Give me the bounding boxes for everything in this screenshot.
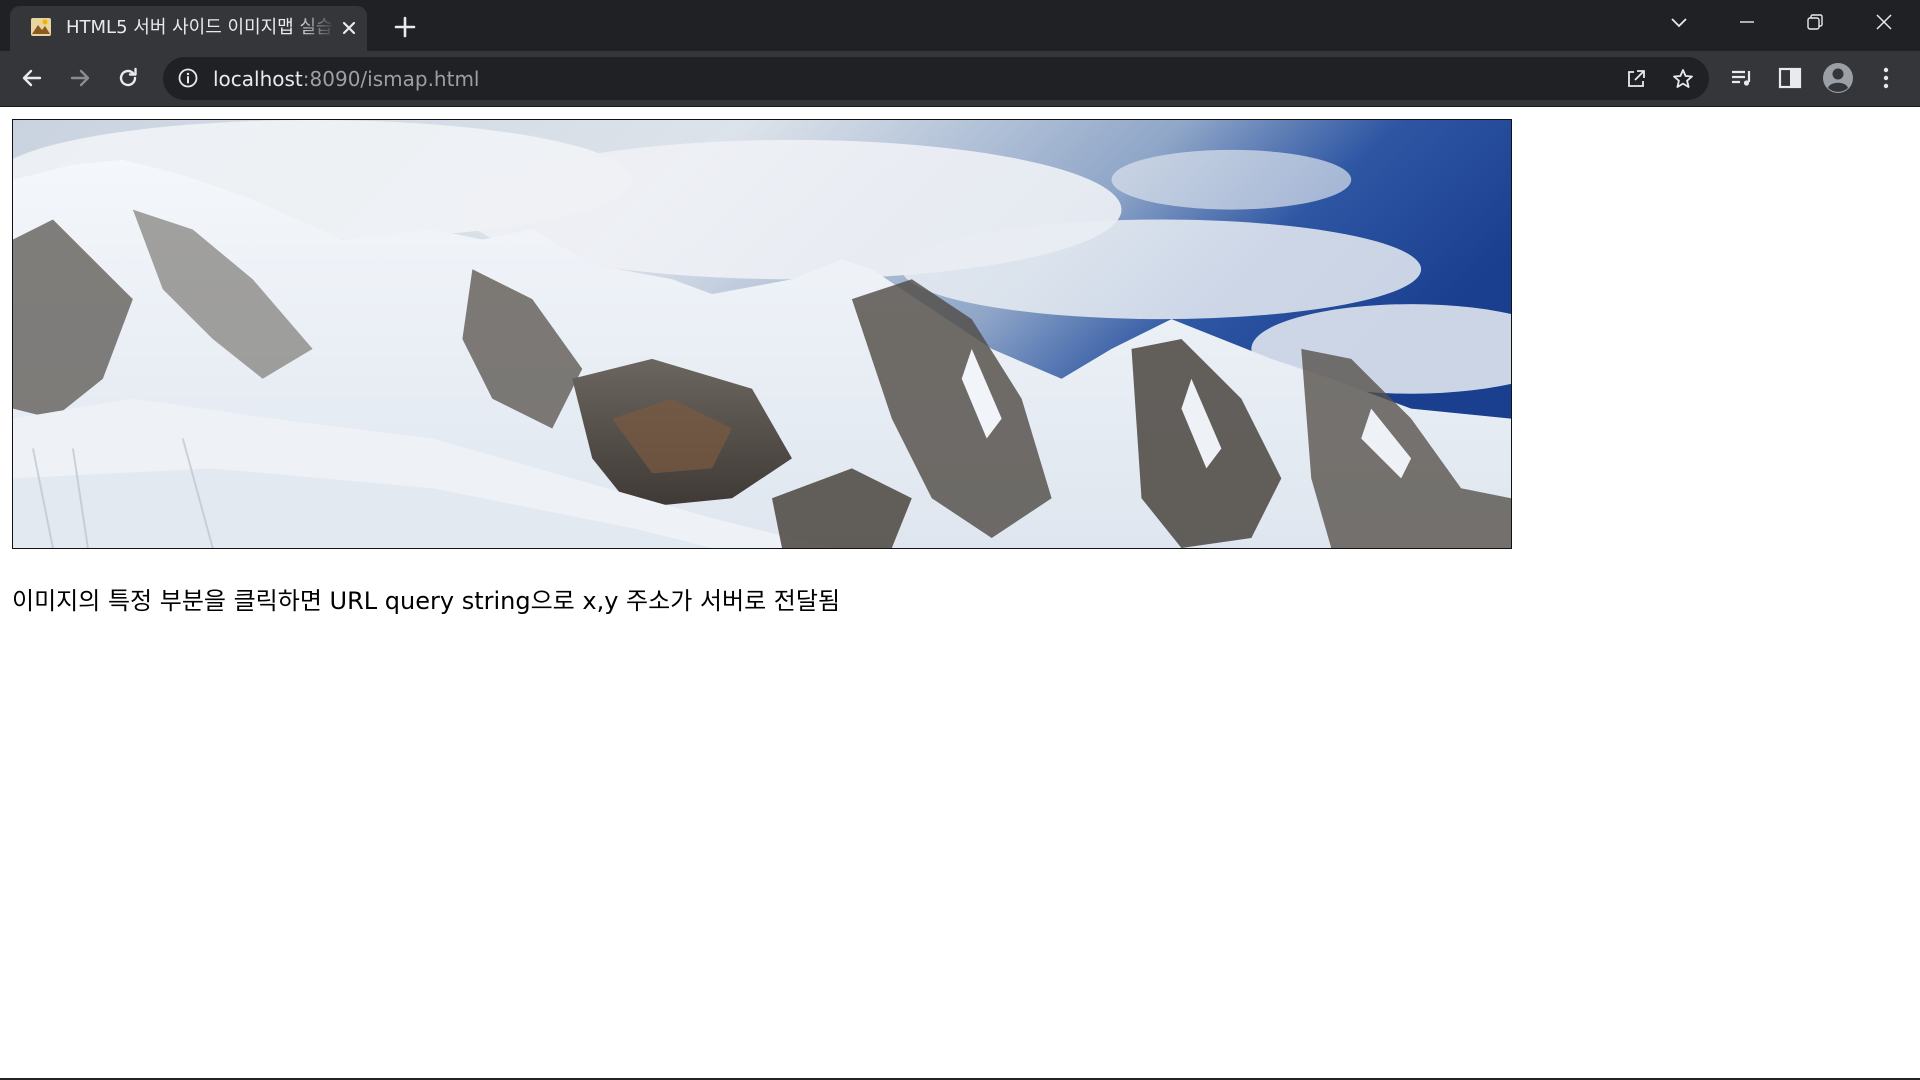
- side-panel-icon: [1778, 67, 1802, 89]
- chevron-down-icon: [1671, 18, 1687, 28]
- tab-strip: HTML5 서버 사이드 이미지맵 실습: [0, 0, 1920, 51]
- url-path: :8090/ismap.html: [302, 67, 480, 91]
- forward-button[interactable]: [62, 60, 98, 96]
- back-button[interactable]: [14, 60, 50, 96]
- profile-button[interactable]: [1820, 60, 1856, 96]
- url-text[interactable]: localhost:8090/ismap.html: [213, 67, 479, 91]
- profile-avatar-icon: [1823, 63, 1853, 93]
- address-bar[interactable]: localhost:8090/ismap.html: [163, 57, 1709, 100]
- restore-button[interactable]: [1781, 0, 1849, 44]
- close-window-button[interactable]: [1850, 0, 1918, 44]
- description-text: 이미지의 특정 부분을 클릭하면 URL query string으로 x,y …: [12, 587, 841, 615]
- browser-toolbar: localhost:8090/ismap.html: [0, 51, 1920, 107]
- close-tab-icon[interactable]: [338, 17, 360, 39]
- bookmark-button[interactable]: [1670, 66, 1696, 92]
- reload-button[interactable]: [110, 60, 146, 96]
- info-icon[interactable]: [177, 67, 199, 89]
- page-content: 이미지의 특정 부분을 클릭하면 URL query string으로 x,y …: [0, 107, 1920, 1078]
- arrow-left-icon: [22, 69, 42, 87]
- close-icon: [1876, 14, 1892, 30]
- reload-icon: [119, 67, 137, 87]
- share-icon: [1628, 70, 1645, 87]
- side-panel-button[interactable]: [1772, 60, 1808, 96]
- media-queue-button[interactable]: [1724, 60, 1760, 96]
- star-icon: [1673, 69, 1693, 88]
- kebab-menu-icon: [1883, 67, 1889, 89]
- url-host: localhost: [213, 67, 303, 91]
- browser-tab[interactable]: HTML5 서버 사이드 이미지맵 실습: [10, 6, 367, 51]
- arrow-right-icon: [70, 69, 90, 87]
- plus-icon[interactable]: [390, 12, 420, 42]
- share-button[interactable]: [1623, 66, 1649, 92]
- ismap-link[interactable]: [12, 119, 1512, 549]
- menu-button[interactable]: [1868, 60, 1904, 96]
- minimize-icon: [1740, 21, 1754, 23]
- tab-search-button[interactable]: [1645, 0, 1713, 44]
- mountain-panorama-image[interactable]: [12, 119, 1512, 549]
- restore-icon: [1807, 14, 1823, 30]
- tab-title: HTML5 서버 사이드 이미지맵 실습: [66, 17, 333, 38]
- image-favicon-icon: [31, 18, 51, 36]
- media-queue-icon: [1732, 70, 1751, 86]
- minimize-button[interactable]: [1713, 0, 1781, 44]
